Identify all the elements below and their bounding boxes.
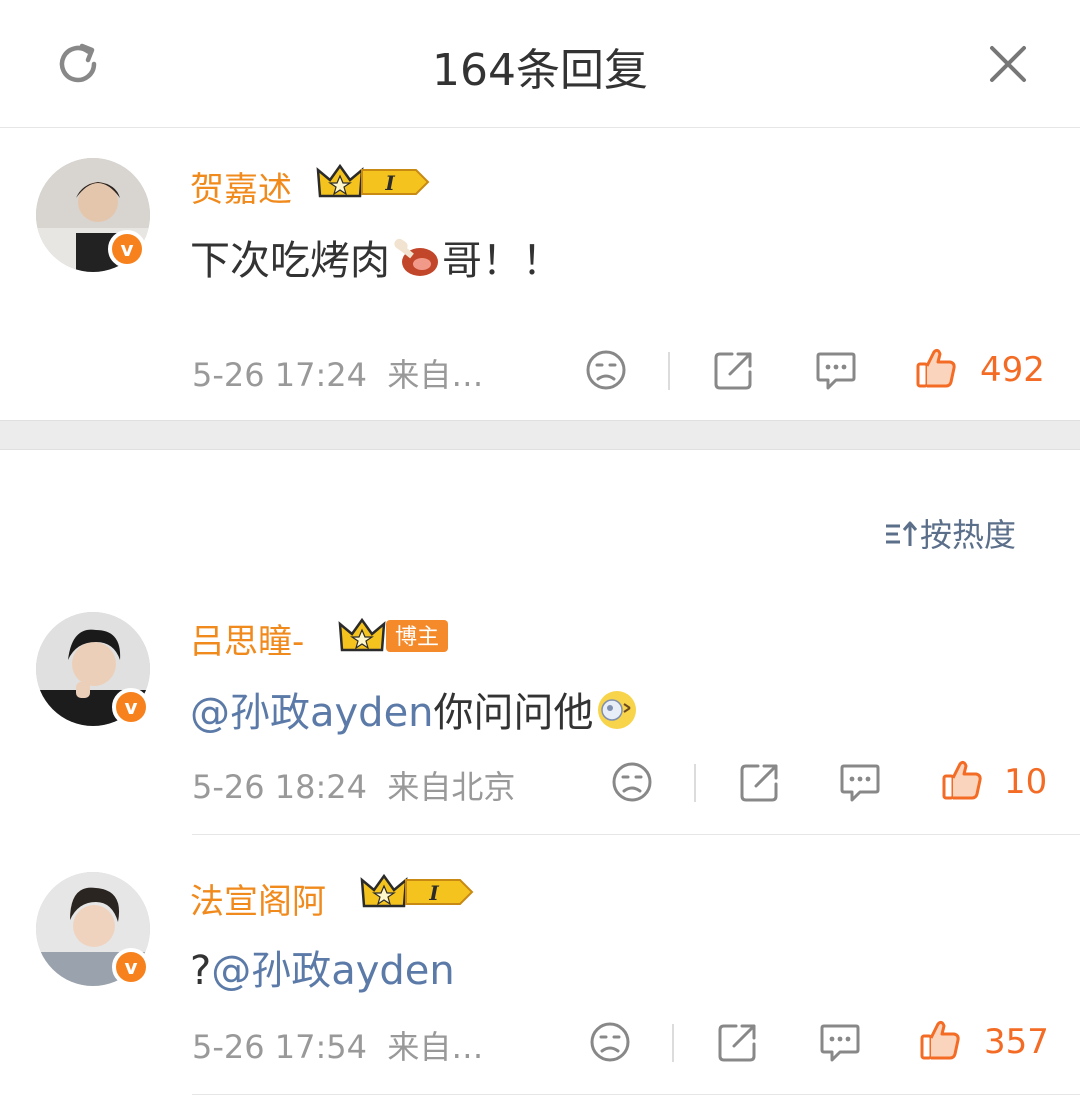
sort-button[interactable]: 按热度 [884,510,1016,556]
like-count: 10 [1004,762,1048,802]
page-title: 164条回复 [432,45,648,96]
comment-text: @孙政ayden你问问他 [190,680,640,738]
comment-icon[interactable] [814,348,858,392]
dislike-face-icon[interactable] [610,760,654,804]
divider [694,764,696,802]
meat-emoji-icon [394,238,438,276]
comment-time: 5-26 18:24 来自北京 [192,768,516,806]
comment-icon[interactable] [838,760,882,804]
share-icon[interactable] [712,348,756,392]
svg-text:博主: 博主 [395,625,439,650]
comment-text: ?@孙政ayden [190,948,455,994]
dizzy-face-emoji-icon [597,691,636,729]
comment-icon[interactable] [818,1020,862,1064]
header: 164条回复 [0,0,1080,128]
section-gap [0,420,1080,450]
blogger-badge-icon: 博主 [338,617,448,652]
divider [672,1024,674,1062]
comment-text: 下次吃烤肉 哥！！ [190,228,562,286]
like-thumb-icon[interactable] [914,346,958,390]
close-icon[interactable] [984,40,1032,88]
verified-badge-icon: v [112,688,150,726]
verified-badge-icon: v [108,230,146,268]
dislike-face-icon[interactable] [588,1020,632,1064]
verified-badge-icon: v [112,948,150,986]
svg-text:I: I [384,171,395,195]
username[interactable]: 法宣阁阿 [190,874,326,923]
dislike-face-icon[interactable] [584,348,628,392]
like-thumb-icon[interactable] [918,1018,962,1062]
username[interactable]: 吕思瞳- [190,614,304,663]
mention-link[interactable]: @孙政ayden [190,690,434,736]
comment-divider [192,834,1080,835]
like-count: 357 [984,1022,1049,1062]
comment-divider [192,1094,1080,1095]
comment-time: 5-26 17:54 来自… [192,1028,484,1066]
svg-text:I: I [428,881,439,905]
divider [668,352,670,390]
like-count: 492 [980,350,1045,390]
share-icon[interactable] [738,760,782,804]
crown-level-icon: I [316,163,430,198]
crown-level-icon: I [360,873,474,908]
comment-time: 5-26 17:24 来自… [192,356,484,394]
username[interactable]: 贺嘉述 [190,162,292,211]
share-icon[interactable] [716,1020,760,1064]
mention-link[interactable]: @孙政ayden [211,948,455,994]
like-thumb-icon[interactable] [940,758,984,802]
sort-icon [886,521,918,546]
